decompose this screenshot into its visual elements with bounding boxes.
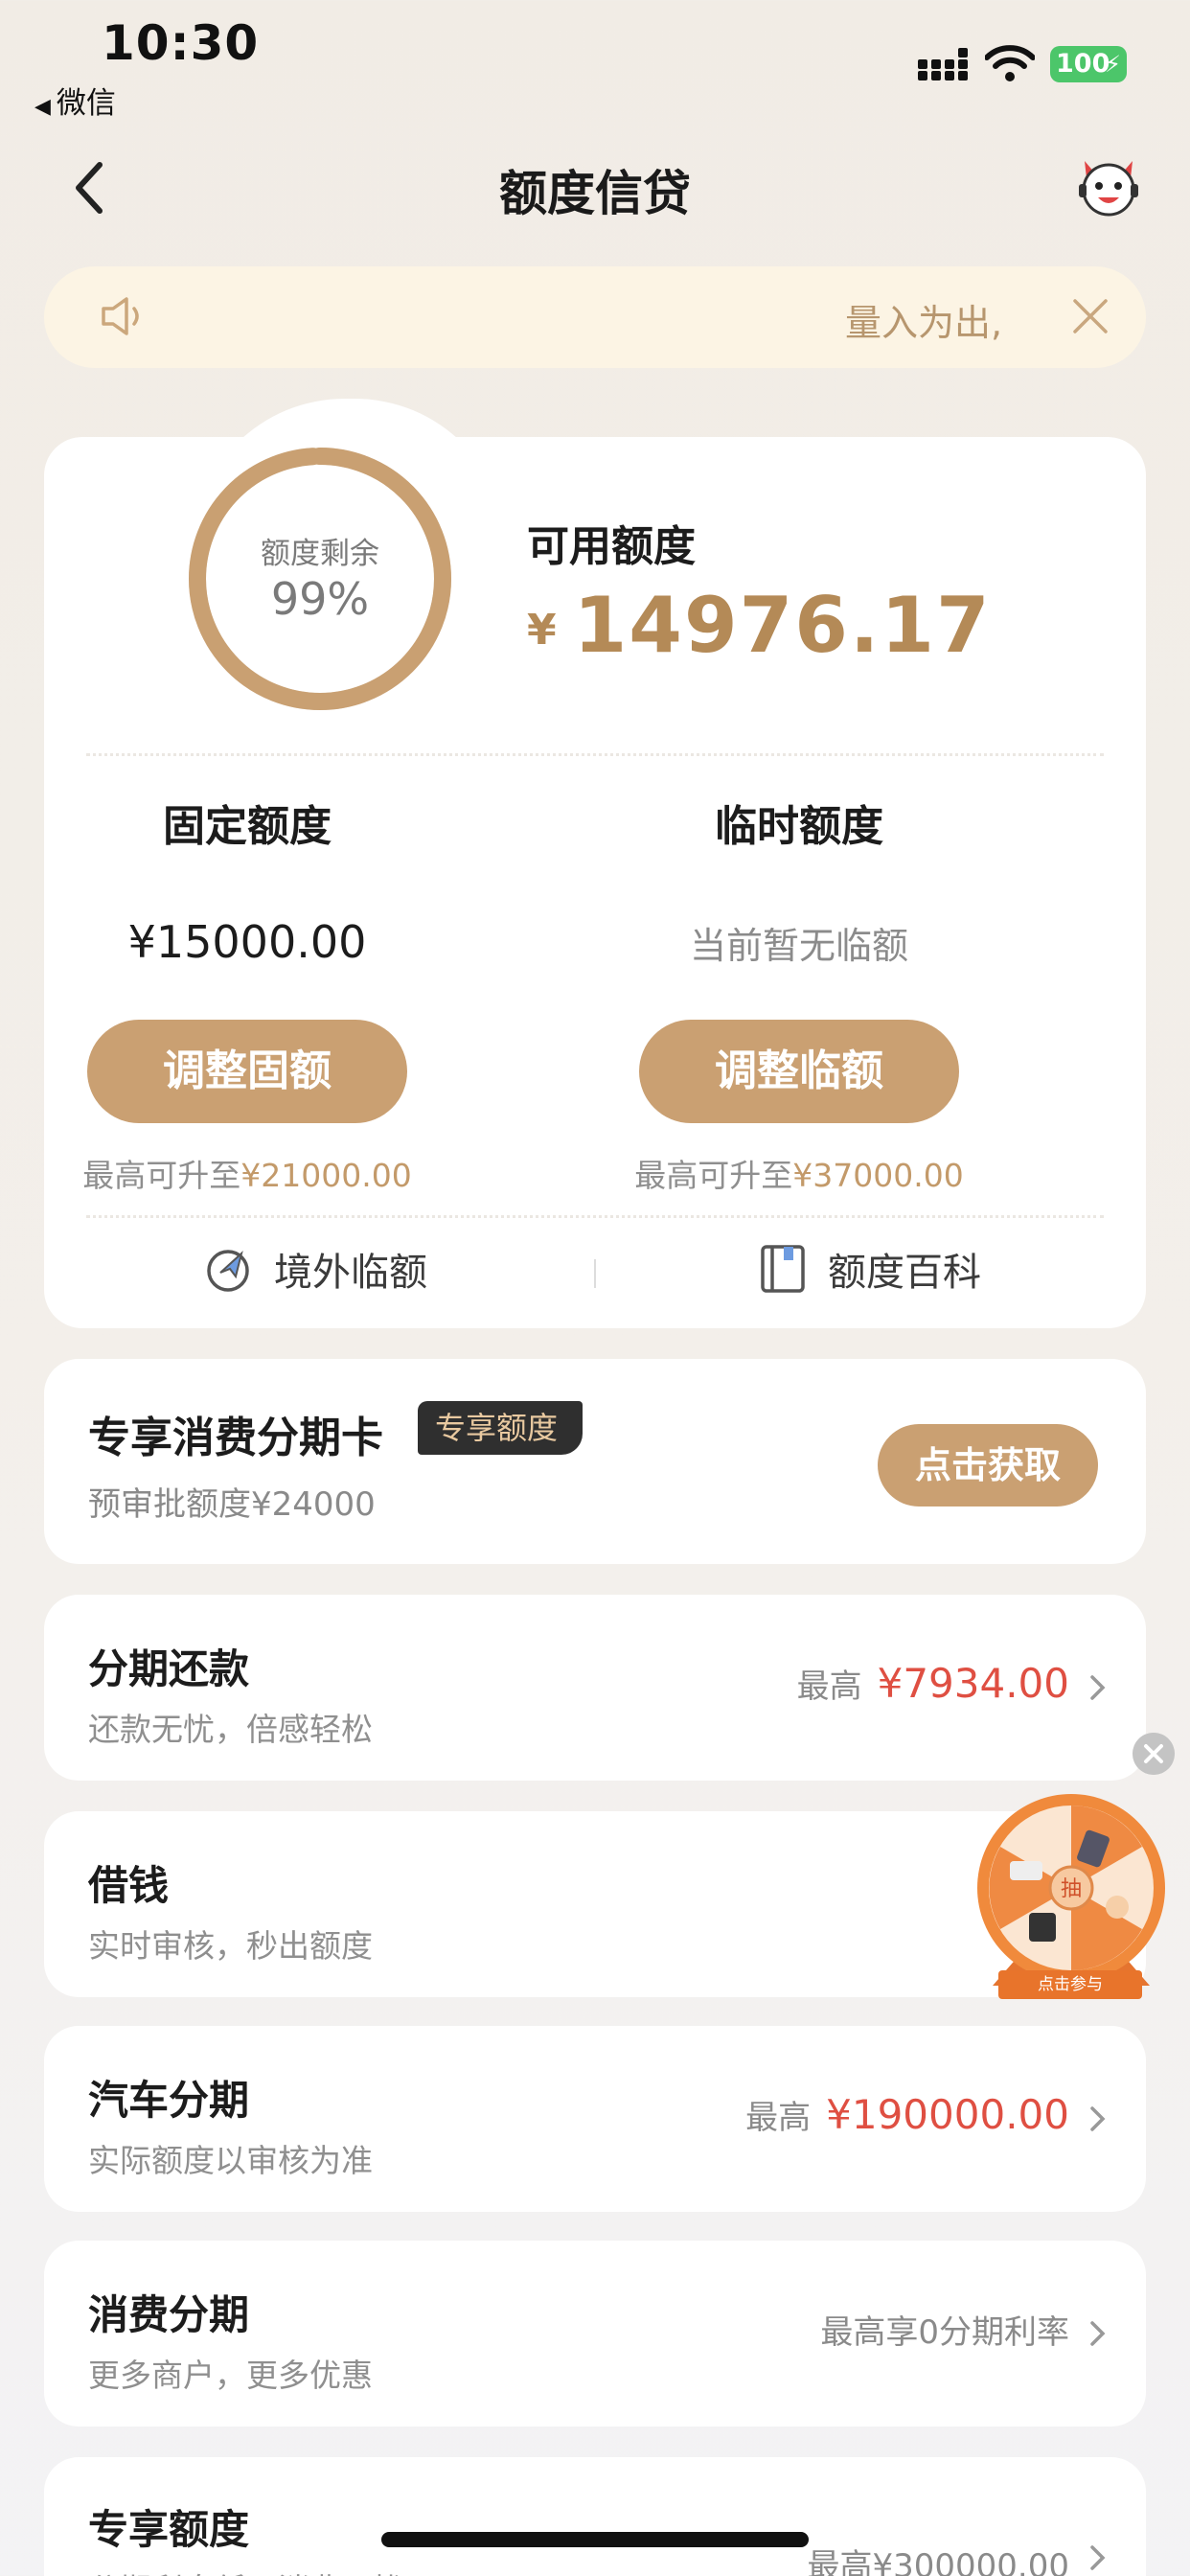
ring-label: 额度剩余 (261, 537, 379, 571)
adjust-fixed-button[interactable]: 调整固额 (87, 1020, 407, 1123)
status-bar: 10:30 ◀ 微信 100 ⚡ (0, 0, 1190, 125)
max-label: 最高 (796, 1668, 862, 1706)
wifi-icon (985, 45, 1035, 81)
wiki-link-label: 额度百科 (828, 1251, 981, 1295)
exclusive-badge: 专享额度 (418, 1401, 584, 1455)
list-item-consumer-installment[interactable]: 消费分期 更多商户，更多优惠 最高享0分期利率 (44, 2241, 1146, 2426)
speaker-icon (102, 297, 139, 335)
chevron-right-icon (1090, 2545, 1106, 2570)
available-limit-label: 可用额度 (527, 522, 696, 571)
temp-limit-value: 当前暂无临额 (689, 925, 908, 967)
max-amount-text: 最高¥300000.00 (807, 2547, 1070, 2576)
temp-limit-column: 临时额度 当前暂无临额 调整临额 最高可升至¥37000.00 (560, 792, 1039, 1196)
list-item-installment-repayment[interactable]: 分期还款 还款无忧，倍感轻松 最高 ¥7934.00 (44, 1595, 1146, 1781)
max-amount: ¥7934.00 (877, 1660, 1069, 1707)
credit-limit-card: 额度剩余 99% 可用额度 ¥14976.17 固定额度 ¥15000.00 调… (44, 399, 1146, 1328)
fixed-limit-title: 固定额度 (163, 802, 332, 851)
available-limit-amount: ¥14976.17 (527, 581, 992, 670)
exclusive-installment-card: 专享消费分期卡 专享额度 预审批额度¥24000 点击获取 (44, 1359, 1146, 1564)
notice-bar: 量入为出, (44, 266, 1146, 368)
close-icon[interactable] (1069, 295, 1111, 337)
book-icon (761, 1245, 805, 1293)
overseas-link-label: 境外临额 (274, 1251, 427, 1295)
temp-note-amount: ¥37000.00 (792, 1157, 964, 1194)
status-time: 10:30 (102, 15, 260, 71)
wheel-center-text: 抽 (1061, 1877, 1082, 1901)
list-item-title: 专享额度 (88, 2506, 250, 2553)
list-item-title: 消费分期 (88, 2291, 250, 2338)
notice-text: 量入为出, (845, 302, 1003, 344)
list-item-exclusive-limit[interactable]: 专享额度 分期利息低，消费无忧 最高¥300000.00 (44, 2457, 1146, 2576)
back-to-app-link[interactable]: ◀ 微信 (34, 79, 116, 122)
plane-globe-icon (207, 1250, 249, 1292)
list-item-title: 分期还款 (88, 1645, 250, 1692)
limit-wiki-link[interactable]: 额度百科 (759, 1232, 981, 1305)
get-now-button[interactable]: 点击获取 (878, 1424, 1098, 1506)
divider (86, 753, 1104, 756)
fixed-limit-column: 固定额度 ¥15000.00 调整固额 最高可升至¥21000.00 (8, 792, 487, 1196)
overseas-temp-limit-link[interactable]: 境外临额 (203, 1232, 427, 1305)
list-item-title: 汽车分期 (88, 2077, 250, 2124)
list-item-value: 最高 ¥7934.00 (797, 1660, 1069, 1707)
nav-bar: 额度信贷 (0, 134, 1190, 240)
back-app-label: 微信 (56, 86, 116, 121)
chevron-right-icon (1090, 2321, 1106, 2346)
list-item-subtitle: 还款无忧，倍感轻松 (88, 1711, 373, 1748)
list-item-subtitle: 更多商户，更多优惠 (88, 2357, 373, 2394)
list-item-value: 最高 ¥190000.00 (745, 2091, 1069, 2138)
wheel-participate-label[interactable]: 点击参与 (998, 1970, 1142, 1999)
fixed-note-amount: ¥21000.00 (240, 1157, 412, 1194)
max-amount: ¥190000.00 (826, 2091, 1069, 2138)
list-item-value: 最高享0分期利率 (820, 2306, 1069, 2353)
max-rate-text: 最高享0分期利率 (820, 2313, 1069, 2352)
fixed-note-prefix: 最高可升至 (82, 1157, 241, 1194)
lucky-wheel-icon[interactable]: 抽 (973, 1790, 1169, 2001)
list-item-subtitle: 实际额度以审核为准 (88, 2142, 373, 2179)
temp-limit-title: 临时额度 (715, 802, 883, 851)
list-item-car-installment[interactable]: 汽车分期 实际额度以审核为准 最高 ¥190000.00 (44, 2026, 1146, 2212)
temp-limit-note: 最高可升至¥37000.00 (560, 1150, 1039, 1196)
max-label: 最高 (745, 2099, 812, 2137)
ring-percent: 99% (270, 573, 370, 625)
available-amount-value: 14976.17 (573, 581, 992, 670)
floating-close-icon[interactable] (1133, 1733, 1175, 1775)
back-triangle-icon: ◀ (34, 95, 51, 119)
chevron-right-icon (1090, 2106, 1106, 2131)
customer-service-mascot-icon[interactable] (1075, 155, 1142, 218)
battery-icon: 100 ⚡ (1050, 46, 1127, 82)
list-item-subtitle: 实时审核，秒出额度 (88, 1927, 373, 1965)
home-indicator (381, 2532, 809, 2547)
cellular-signal-icon (918, 48, 970, 80)
page-title: 额度信贷 (499, 166, 691, 221)
fixed-limit-value: ¥15000.00 (127, 916, 367, 968)
battery-level: 100 (1056, 49, 1110, 79)
list-item-title: 借钱 (88, 1862, 170, 1909)
chevron-right-icon (1090, 1675, 1106, 1700)
adjust-temp-button[interactable]: 调整临额 (639, 1020, 959, 1123)
currency-symbol: ¥ (527, 606, 557, 655)
exclusive-subtitle: 预审批额度¥24000 (88, 1485, 376, 1524)
list-item-value: 最高¥300000.00 (808, 2540, 1070, 2576)
divider (86, 1215, 1104, 1218)
temp-note-prefix: 最高可升至 (634, 1157, 793, 1194)
exclusive-title: 专享消费分期卡 (88, 1414, 383, 1462)
fixed-limit-note: 最高可升至¥21000.00 (8, 1150, 487, 1196)
list-item-subtitle: 分期利息低，消费无忧 (88, 2564, 404, 2576)
link-separator (594, 1259, 596, 1288)
